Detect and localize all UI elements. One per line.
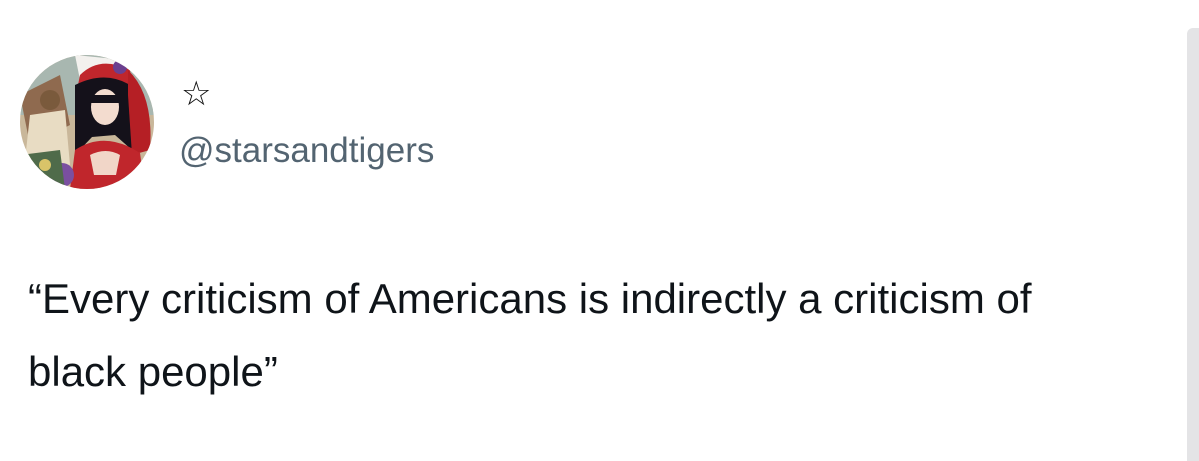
star-icon: ☆ (181, 74, 212, 114)
tweet-card: ☆ @starsandtigers “Every criticism of Am… (0, 0, 1180, 461)
user-handle[interactable]: @starsandtigers (179, 129, 434, 173)
display-name[interactable]: ☆ (181, 72, 225, 116)
avatar[interactable] (20, 55, 154, 189)
avatar-image (20, 55, 154, 189)
scrollbar[interactable] (1187, 28, 1199, 461)
tweet-text: “Every criticism of Americans is indirec… (28, 275, 1032, 395)
